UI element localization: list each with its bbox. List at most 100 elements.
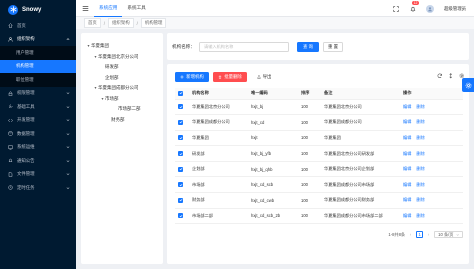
edit-link[interactable]: 编辑 — [403, 197, 411, 202]
table-panel: 新增机构 批量删除 导出 机构名称 唯一编码 排序 备注 操作 华夏集团北京分公 — [167, 64, 469, 264]
page-number-current[interactable]: 1 — [416, 231, 424, 238]
sidebar-item-tools[interactable]: 基础工具 — [0, 100, 76, 114]
delete-link[interactable]: 删除 — [416, 166, 424, 171]
chevron-down-icon — [66, 119, 70, 122]
sidebar-item-files[interactable]: 文件管理 — [0, 168, 76, 182]
tree-node[interactable]: 研发部 — [81, 62, 163, 73]
sidebar-item-label: 基础工具 — [17, 103, 35, 109]
edit-link[interactable]: 编辑 — [403, 182, 411, 187]
sidebar-item-ops[interactable]: 系统运维 — [0, 141, 76, 155]
row-checkbox[interactable] — [178, 166, 183, 172]
reset-button[interactable]: 重 置 — [323, 41, 343, 52]
table-tools — [437, 73, 465, 79]
tree-node[interactable]: 市场部二部 — [81, 104, 163, 115]
breadcrumb-item[interactable]: 组织架构 — [108, 18, 134, 28]
sidebar-item-dev[interactable]: 开发管理 — [0, 114, 76, 128]
username[interactable]: 超级管理员 — [444, 6, 466, 12]
fullscreen-icon — [392, 5, 399, 12]
row-checkbox[interactable] — [178, 135, 183, 141]
file-icon — [7, 171, 13, 177]
edit-link[interactable]: 编辑 — [403, 166, 411, 171]
breadcrumb-item[interactable]: 机构管理 — [140, 18, 167, 28]
pagination-summary: 1-8共8条 — [388, 231, 406, 237]
tab-system-tools[interactable]: 系统工具 — [122, 0, 150, 17]
row-checkbox[interactable] — [178, 213, 183, 219]
snowflake-logo-icon — [8, 4, 18, 15]
delete-link[interactable]: 删除 — [416, 213, 424, 218]
breadcrumb-item[interactable]: 首页 — [84, 18, 101, 28]
prev-page-icon[interactable]: ‹ — [408, 232, 413, 237]
batch-delete-button[interactable]: 批量删除 — [213, 72, 247, 82]
edit-link[interactable]: 编辑 — [403, 119, 411, 124]
avatar[interactable] — [426, 4, 435, 13]
notification-button[interactable]: 12 — [409, 1, 419, 12]
sidebar-item-data[interactable]: 数据管理 — [0, 127, 76, 141]
page-size-value: 10 条/页 — [438, 231, 454, 237]
edit-link[interactable]: 编辑 — [403, 213, 411, 218]
sidebar-item-users[interactable]: 用户管理 — [0, 46, 76, 60]
bell-icon — [410, 6, 415, 12]
refresh-button[interactable] — [437, 73, 443, 79]
tab-system-app[interactable]: 系统应用 — [94, 0, 123, 17]
check-icon — [179, 136, 182, 140]
edit-link[interactable]: 编辑 — [403, 135, 411, 140]
topbar: 系统应用 系统工具 12 超级管理员 — [76, 0, 474, 17]
search-panel: 机构名称： 查 询 重 置 — [167, 33, 469, 60]
row-checkbox[interactable] — [178, 197, 183, 203]
sidebar-item-home[interactable]: 首页 — [0, 19, 76, 33]
delete-link[interactable]: 删除 — [416, 197, 424, 202]
sidebar-item-jobs[interactable]: 定时任务 — [0, 181, 76, 195]
menu-collapse-button[interactable] — [76, 0, 94, 17]
fullscreen-button[interactable] — [392, 5, 399, 12]
tree-node[interactable]: ▼ 华夏集团北京分公司 — [81, 52, 163, 63]
tree-node[interactable]: 企划部 — [81, 73, 163, 84]
bell-icon — [7, 158, 13, 164]
table-row: 企划部 hxjt_bj_qhb 100 华夏集团北京分公司企划部 编辑 删除 — [175, 161, 463, 178]
delete-link[interactable]: 删除 — [416, 182, 424, 187]
delete-link[interactable]: 删除 — [416, 119, 424, 124]
next-page-icon[interactable]: › — [426, 232, 431, 237]
add-org-button[interactable]: 新增机构 — [175, 72, 209, 82]
delete-link[interactable]: 删除 — [416, 135, 424, 140]
sidebar-item-permissions[interactable]: 权限管理 — [0, 87, 76, 101]
org-name-search-input[interactable] — [199, 41, 289, 52]
tree-node[interactable]: 财务部 — [81, 115, 163, 126]
column-header[interactable]: 唯一编码 — [248, 88, 298, 100]
sidebar-item-notice[interactable]: 通知公告 — [0, 154, 76, 168]
column-header[interactable]: 排序 — [298, 88, 321, 100]
sidebar-item-org[interactable]: 组织架构 — [0, 33, 76, 47]
page-size-select[interactable]: 10 条/页 — [434, 231, 463, 238]
logo[interactable]: Snowy — [0, 0, 76, 19]
row-checkbox[interactable] — [178, 182, 183, 188]
column-height-button[interactable] — [448, 73, 454, 79]
code-icon — [7, 117, 13, 123]
tree-node[interactable]: ▼ 市场部 — [81, 94, 163, 105]
delete-link[interactable]: 删除 — [416, 104, 424, 109]
export-button[interactable]: 导出 — [253, 72, 275, 82]
notification-badge: 12 — [412, 0, 419, 6]
select-all-checkbox[interactable] — [178, 90, 183, 96]
delete-link[interactable]: 删除 — [416, 151, 424, 156]
home-icon — [7, 23, 13, 29]
column-height-icon — [449, 73, 453, 79]
column-header[interactable]: 机构名称 — [189, 88, 248, 100]
row-checkbox[interactable] — [178, 104, 183, 110]
tree-node[interactable]: ▼ 华夏集团成都分公司 — [81, 83, 163, 94]
row-checkbox[interactable] — [178, 119, 183, 125]
sidebar-item-label: 定时任务 — [17, 184, 35, 190]
sidebar-item-positions[interactable]: 职位管理 — [0, 73, 76, 87]
theme-settings-button[interactable] — [462, 78, 474, 92]
tree-node[interactable]: ▼ 华夏集团 — [81, 41, 163, 52]
cell-remark: 华夏集团北京分公司研发部 — [321, 145, 400, 162]
edit-link[interactable]: 编辑 — [403, 104, 411, 109]
edit-link[interactable]: 编辑 — [403, 151, 411, 156]
check-icon — [179, 105, 182, 109]
check-icon — [179, 199, 182, 202]
query-button[interactable]: 查 询 — [297, 41, 319, 52]
sidebar-item-org-manage[interactable]: 机构管理 — [0, 59, 76, 73]
column-header[interactable]: 备注 — [321, 88, 400, 100]
row-checkbox[interactable] — [178, 151, 183, 157]
delete-icon — [219, 75, 222, 79]
table-row: 市场部二部 hxjt_cd_scb_2b 100 华夏集团成都分公司市场部二部 … — [175, 208, 463, 225]
sidebar-item-label: 首页 — [17, 22, 26, 28]
